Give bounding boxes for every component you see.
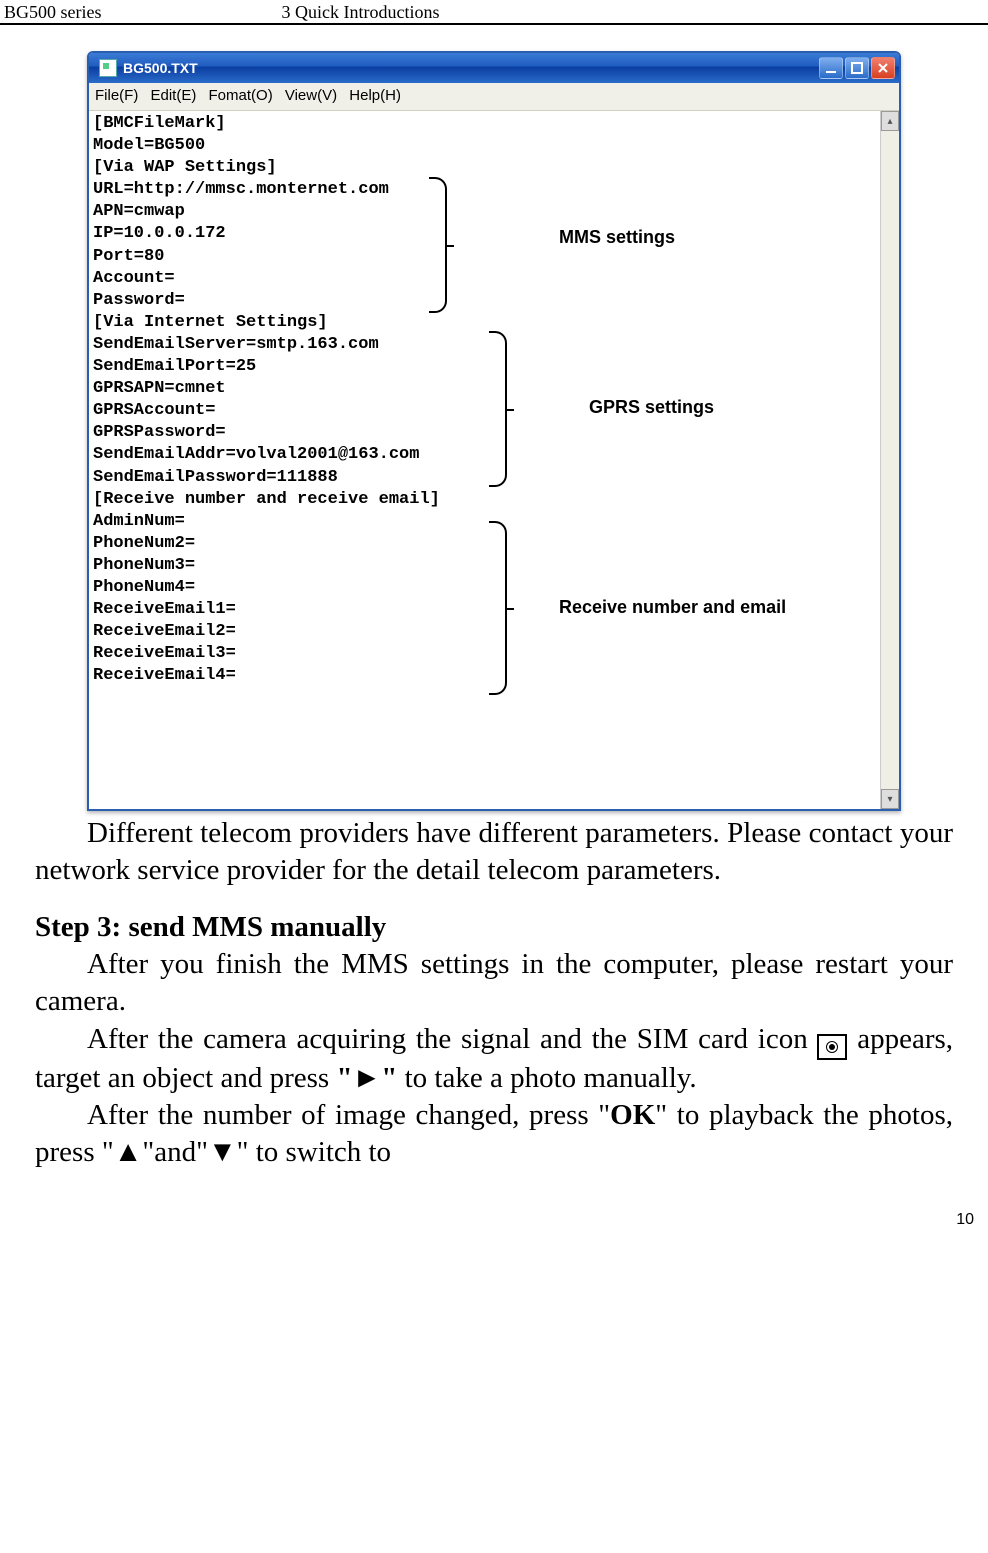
notepad-window: BG500.TXT File(F) Edit(E) Fomat(O) View(… [87,51,901,811]
minimize-button[interactable] [819,57,843,79]
window-title: BG500.TXT [123,60,819,76]
sim-card-icon [817,1034,847,1060]
editor-text-area[interactable]: [BMCFileMark] Model=BG500 [Via WAP Setti… [89,111,880,809]
maximize-icon [851,62,863,74]
label-gprs: GPRS settings [589,396,714,419]
header-section: 3 Quick Introductions [102,2,981,23]
page-header: BG500 series 3 Quick Introductions [0,0,988,25]
scroll-up-icon[interactable]: ▴ [881,111,899,131]
header-series: BG500 series [4,2,102,23]
brace-mms [429,177,447,313]
close-icon [877,62,889,74]
step3-title: Step 3: send MMS manually [35,909,953,946]
page-number: 10 [0,1171,988,1235]
window-titlebar: BG500.TXT [89,53,899,83]
close-button[interactable] [871,57,895,79]
para-sim: After the camera acquiring the signal an… [35,1021,953,1097]
editor-body: [BMCFileMark] Model=BG500 [Via WAP Setti… [89,111,899,809]
scroll-down-icon[interactable]: ▾ [881,789,899,809]
menu-view[interactable]: View(V) [285,87,337,104]
brace-recv [489,521,507,695]
label-recv: Receive number and email [559,596,786,619]
window-buttons [819,57,895,79]
menu-file[interactable]: File(F) [95,87,138,104]
page-content: BG500.TXT File(F) Edit(E) Fomat(O) View(… [0,25,988,1171]
para-ok: After the number of image changed, press… [35,1097,953,1171]
body-text: Different telecom providers have differe… [35,815,953,1171]
menu-format[interactable]: Fomat(O) [209,87,273,104]
scrollbar[interactable]: ▴ ▾ [880,111,899,809]
menubar: File(F) Edit(E) Fomat(O) View(V) Help(H) [89,83,899,111]
brace-gprs [489,331,507,487]
para-restart: After you finish the MMS settings in the… [35,946,953,1020]
menu-edit[interactable]: Edit(E) [151,87,197,104]
file-icon [99,59,117,77]
maximize-button[interactable] [845,57,869,79]
label-mms: MMS settings [559,226,675,249]
minimize-icon [825,62,837,74]
para-telecom: Different telecom providers have differe… [35,815,953,889]
menu-help[interactable]: Help(H) [349,87,401,104]
